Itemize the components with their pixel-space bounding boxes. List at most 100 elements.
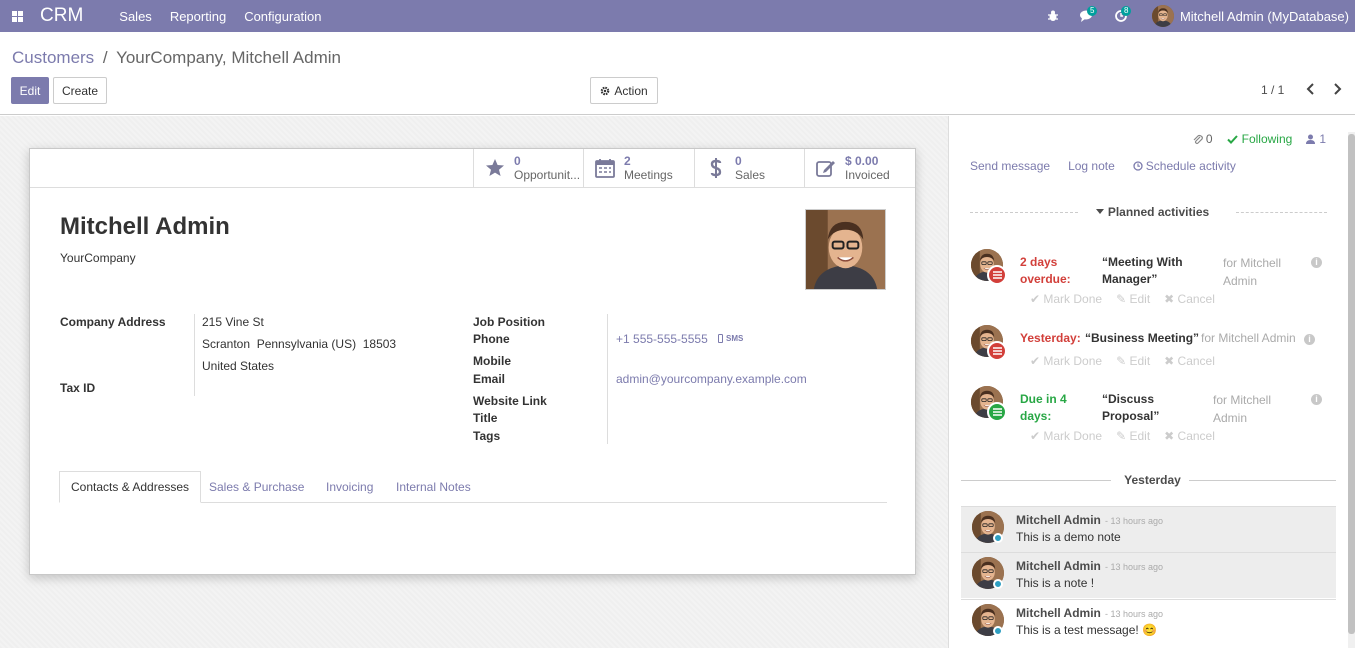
- dollar-icon: [705, 157, 727, 179]
- partner-company[interactable]: YourCompany: [60, 251, 136, 265]
- message-time: - 13 hours ago: [1105, 562, 1164, 572]
- partner-photo[interactable]: [805, 209, 886, 290]
- app-name[interactable]: CRM: [40, 5, 83, 27]
- mark-done-button[interactable]: ✔ Mark Done: [1030, 429, 1102, 443]
- address-street[interactable]: 215 Vine St: [202, 315, 264, 329]
- chatter-actions: Send message Log note Schedule activity: [970, 159, 1236, 173]
- edit-activity-button[interactable]: ✎ Edit: [1116, 354, 1150, 368]
- tab-invoicing[interactable]: Invoicing: [315, 471, 384, 503]
- smart-buttons-bar: 0 Opportunit... 2 Meetings 0 Sales $ 0.00 In…: [30, 149, 915, 188]
- message-body: This is a note !: [1016, 576, 1095, 590]
- invoiced-label: Invoiced: [845, 167, 890, 182]
- message-author[interactable]: Mitchell Admin: [1016, 606, 1101, 620]
- schedule-activity-label: Schedule activity: [1145, 159, 1236, 173]
- cancel-activity-button[interactable]: ✖ Cancel: [1164, 429, 1215, 443]
- activity-due: Due in 4 days:: [1020, 392, 1067, 423]
- user-name: Mitchell Admin (MyDatabase): [1179, 8, 1349, 24]
- breadcrumb: Customers / YourCompany, Mitchell Admin: [12, 48, 341, 68]
- tab-sales-purchase[interactable]: Sales & Purchase: [198, 471, 315, 503]
- messages-badge: 5: [1086, 6, 1098, 16]
- user-menu[interactable]: Mitchell Admin (MyDatabase): [1138, 5, 1355, 27]
- scrollbar-thumb[interactable]: [1348, 134, 1355, 634]
- info-icon[interactable]: i: [1304, 334, 1315, 345]
- mark-done-button[interactable]: ✔ Mark Done: [1030, 292, 1102, 306]
- debug-bug-icon[interactable]: [1036, 0, 1070, 32]
- action-button[interactable]: Action: [590, 77, 658, 104]
- activities-badge: 8: [1120, 6, 1132, 16]
- address-country[interactable]: United States: [202, 359, 274, 373]
- cancel-activity-button[interactable]: ✖ Cancel: [1164, 292, 1215, 306]
- sales-count: 0: [735, 153, 742, 168]
- message-author[interactable]: Mitchell Admin: [1016, 559, 1101, 573]
- action-label: Action: [614, 83, 648, 98]
- meetings-count: 2: [624, 153, 631, 168]
- online-status-dot: [993, 533, 1003, 543]
- planned-activities-toggle[interactable]: Planned activities: [949, 205, 1355, 219]
- following-button[interactable]: Following: [1226, 132, 1292, 146]
- day-separator: Yesterday: [1124, 473, 1181, 487]
- send-message-button[interactable]: Send message: [970, 159, 1050, 173]
- caret-down-icon: [1095, 209, 1104, 214]
- message: Mitchell Admin - 13 hours ago This is a …: [961, 552, 1336, 598]
- chevron-right-icon[interactable]: [1330, 82, 1344, 96]
- log-note-button[interactable]: Log note: [1068, 159, 1115, 173]
- tags-label: Tags: [473, 429, 501, 443]
- activity-ops: ✔ Mark Done ✎ Edit ✖ Cancel: [1030, 429, 1215, 443]
- sms-button[interactable]: SMS: [718, 334, 743, 343]
- notebook-tabs: Contacts & Addresses Sales & Purchase In…: [59, 471, 887, 503]
- website-label: Website Link: [473, 394, 547, 408]
- phone-label: Phone: [473, 332, 510, 346]
- cancel-activity-button[interactable]: ✖ Cancel: [1164, 354, 1215, 368]
- email-value[interactable]: admin@yourcompany.example.com: [616, 372, 807, 386]
- tab-contacts-addresses[interactable]: Contacts & Addresses: [59, 471, 202, 503]
- invoiced-smart-button[interactable]: $ 0.00 Invoiced: [804, 149, 915, 187]
- mark-done-button[interactable]: ✔ Mark Done: [1030, 354, 1102, 368]
- activity-assignee: for Mitchell Admin: [1223, 256, 1282, 288]
- info-icon[interactable]: i: [1311, 257, 1322, 268]
- chatter-scrollbar[interactable]: [1348, 132, 1355, 648]
- opportunities-smart-button[interactable]: 0 Opportunit...: [473, 149, 584, 187]
- pager-value[interactable]: 1 / 1: [1261, 83, 1284, 97]
- followers-button[interactable]: 1: [1306, 132, 1326, 146]
- mobile-label: Mobile: [473, 354, 511, 368]
- info-icon[interactable]: i: [1311, 394, 1322, 405]
- edit-activity-button[interactable]: ✎ Edit: [1116, 292, 1150, 306]
- sales-smart-button[interactable]: 0 Sales: [694, 149, 805, 187]
- message-time: - 13 hours ago: [1105, 516, 1164, 526]
- control-panel: Customers / YourCompany, Mitchell Admin …: [0, 32, 1355, 115]
- apps-menu-icon[interactable]: [0, 0, 34, 32]
- breadcrumb-customers[interactable]: Customers: [12, 48, 94, 67]
- activity-type-icon: [987, 402, 1007, 422]
- activity-ops: ✔ Mark Done ✎ Edit ✖ Cancel: [1030, 292, 1215, 306]
- sms-label: SMS: [726, 334, 744, 343]
- invoiced-amount: $ 0.00: [845, 153, 879, 168]
- menu-sales[interactable]: Sales: [119, 9, 152, 24]
- meetings-label: Meetings: [624, 167, 673, 182]
- phone-value[interactable]: +1 555-555-5555: [616, 332, 708, 346]
- chevron-left-icon[interactable]: [1304, 82, 1318, 96]
- attachments-button[interactable]: 0: [1193, 132, 1213, 146]
- menu-reporting[interactable]: Reporting: [170, 9, 226, 24]
- message-body: This is a test message! 😊: [1016, 623, 1157, 637]
- opportunities-label: Opportunit...: [514, 167, 581, 182]
- activity-summary: “Meeting With Manager”: [1102, 255, 1183, 286]
- edit-activity-button[interactable]: ✎ Edit: [1116, 429, 1150, 443]
- edit-button[interactable]: Edit: [11, 77, 49, 104]
- message: Mitchell Admin - 13 hours ago This is a …: [961, 599, 1336, 645]
- messaging-menu[interactable]: 5: [1070, 0, 1104, 32]
- tax-id-label: Tax ID: [60, 381, 96, 395]
- meetings-smart-button[interactable]: 2 Meetings: [583, 149, 694, 187]
- schedule-activity-button[interactable]: Schedule activity: [1133, 159, 1236, 173]
- user-avatar: [1152, 5, 1174, 27]
- message-author[interactable]: Mitchell Admin: [1016, 513, 1101, 527]
- menu-configuration[interactable]: Configuration: [244, 9, 321, 24]
- create-button[interactable]: Create: [53, 77, 107, 104]
- address-city-line[interactable]: Scranton Pennsylvania (US) 18503: [202, 337, 396, 351]
- activity-menu[interactable]: 8: [1104, 0, 1138, 32]
- tab-internal-notes[interactable]: Internal Notes: [385, 471, 482, 503]
- partner-name[interactable]: Mitchell Admin: [60, 213, 230, 241]
- gear-icon: [601, 86, 610, 95]
- job-position-label: Job Position: [473, 315, 545, 329]
- message-time: - 13 hours ago: [1105, 609, 1164, 619]
- company-address-label: Company Address: [60, 315, 166, 329]
